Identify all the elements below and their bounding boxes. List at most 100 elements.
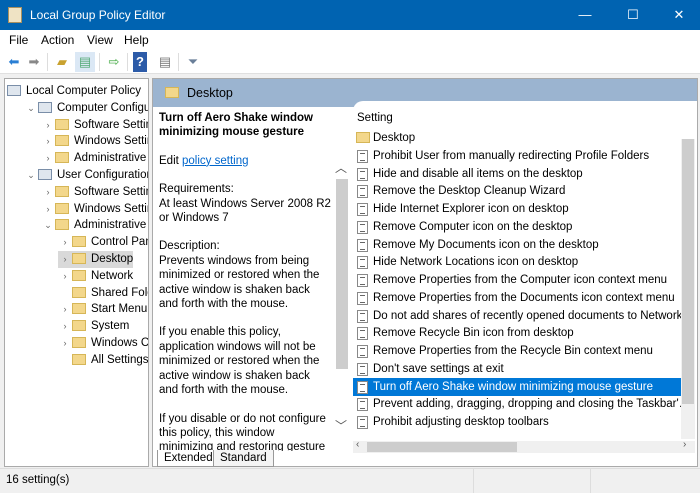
list-item[interactable]: Remove Recycle Bin icon from desktop bbox=[353, 324, 681, 342]
tree-item[interactable]: Local Computer Policy bbox=[7, 83, 141, 100]
tree-item-label: Administrative Te bbox=[74, 219, 148, 232]
menu-view[interactable]: View bbox=[87, 33, 113, 47]
tree-item[interactable]: › Windows Settings bbox=[41, 201, 148, 218]
chevron-right-icon[interactable]: › bbox=[58, 251, 72, 268]
scroll-thumb[interactable] bbox=[682, 139, 694, 404]
chevron-right-icon[interactable]: › bbox=[58, 301, 72, 318]
properties-icon[interactable]: ▤ bbox=[155, 52, 175, 72]
list-item[interactable]: Remove the Desktop Cleanup Wizard bbox=[353, 182, 681, 200]
list-item-label: Prohibit adjusting desktop toolbars bbox=[373, 416, 549, 428]
tree-item[interactable]: › Windows Settings bbox=[41, 133, 148, 150]
chevron-right-icon[interactable]: › bbox=[41, 133, 55, 150]
menu-action[interactable]: Action bbox=[41, 33, 74, 47]
export-icon[interactable]: ⇨ bbox=[104, 52, 124, 72]
policy-setting-icon bbox=[357, 291, 368, 305]
scroll-down-icon[interactable]: ﹀ bbox=[335, 417, 349, 434]
policy-setting-icon bbox=[357, 220, 368, 234]
scroll-thumb[interactable] bbox=[336, 179, 348, 369]
list-item[interactable]: Turn off Aero Shake window minimizing mo… bbox=[353, 377, 681, 396]
chevron-down-icon[interactable]: ⌄ bbox=[24, 167, 38, 184]
tree-item[interactable]: Shared Folders bbox=[58, 285, 148, 302]
edit-policy-link[interactable]: policy setting bbox=[182, 155, 248, 167]
disable-text: If you disable or do not configure this … bbox=[159, 412, 326, 452]
close-button[interactable]: ✕ bbox=[656, 0, 700, 30]
status-text: 16 setting(s) bbox=[6, 474, 70, 486]
tab-extended[interactable]: Extended bbox=[157, 450, 220, 467]
maximize-button[interactable]: ☐ bbox=[610, 0, 656, 30]
folder-icon bbox=[72, 337, 86, 348]
list-item-label: Desktop bbox=[373, 132, 416, 144]
list-item[interactable]: Remove Properties from the Documents ico… bbox=[353, 289, 681, 307]
menu-file[interactable]: File bbox=[9, 33, 28, 47]
list-item[interactable]: Hide Internet Explorer icon on desktop bbox=[353, 200, 681, 218]
chevron-down-icon[interactable]: ⌄ bbox=[24, 100, 38, 117]
chevron-right-icon[interactable]: › bbox=[41, 150, 55, 167]
tree-item[interactable]: › Administrative Te bbox=[41, 150, 148, 167]
scroll-left-icon[interactable]: ‹ bbox=[356, 439, 359, 450]
list-item[interactable]: Remove Properties from the Recycle Bin c… bbox=[353, 342, 681, 360]
tree-item[interactable]: › Desktop bbox=[58, 251, 134, 268]
chevron-right-icon[interactable]: › bbox=[41, 117, 55, 134]
list-item-label: Remove Recycle Bin icon from desktop bbox=[373, 327, 574, 340]
tree-item-label: All Settings bbox=[91, 353, 149, 366]
folder-icon bbox=[55, 219, 69, 231]
chevron-down-icon[interactable]: ⌄ bbox=[41, 217, 55, 234]
menu-help[interactable]: Help bbox=[124, 33, 149, 47]
folder-icon bbox=[72, 353, 86, 365]
list-item[interactable]: Remove My Documents icon on the desktop bbox=[353, 236, 681, 254]
list-item-label: Remove My Documents icon on the desktop bbox=[373, 238, 599, 251]
back-icon[interactable]: ⬅ bbox=[4, 52, 24, 72]
list-item[interactable]: Prohibit adjusting desktop toolbars bbox=[353, 413, 681, 431]
tree-item[interactable]: ⌄ User Configuration bbox=[24, 167, 148, 184]
list-horizontal-scrollbar[interactable]: ‹ › bbox=[353, 439, 695, 453]
description-scrollbar[interactable]: ︿ ﹀ bbox=[335, 159, 349, 439]
tree-item[interactable]: › Control Panel bbox=[58, 234, 148, 251]
minimize-button[interactable]: — bbox=[562, 0, 608, 30]
filter-icon[interactable]: ⏷ bbox=[183, 52, 203, 72]
scroll-right-icon[interactable]: › bbox=[683, 439, 686, 450]
chevron-right-icon[interactable]: › bbox=[58, 335, 72, 352]
chevron-right-icon[interactable]: › bbox=[58, 318, 72, 335]
column-header-setting[interactable]: Setting bbox=[357, 112, 393, 124]
chevron-right-icon[interactable]: › bbox=[41, 201, 55, 218]
list-item[interactable]: Desktop bbox=[353, 129, 681, 147]
chevron-right-icon[interactable]: › bbox=[41, 184, 55, 201]
tree-item[interactable]: › Network bbox=[58, 268, 133, 285]
policy-setting-icon bbox=[357, 380, 368, 394]
list-item[interactable]: Hide and disable all items on the deskto… bbox=[353, 165, 681, 183]
chevron-right-icon[interactable]: › bbox=[58, 234, 72, 251]
list-item-label: Remove the Desktop Cleanup Wizard bbox=[373, 185, 566, 198]
separator bbox=[178, 53, 179, 71]
tree-item[interactable]: › Software Settings bbox=[41, 117, 148, 134]
list-item[interactable]: Hide Network Locations icon on desktop bbox=[353, 253, 681, 271]
list-item[interactable]: Remove Computer icon on the desktop bbox=[353, 218, 681, 236]
tab-standard[interactable]: Standard bbox=[213, 450, 274, 467]
tree-item[interactable]: ⌄ Computer Configurati bbox=[24, 100, 148, 117]
description-text: Description: Prevents windows from being… bbox=[159, 240, 320, 311]
list-vertical-scrollbar[interactable] bbox=[681, 139, 695, 439]
tree-item[interactable]: › Windows Compon bbox=[58, 335, 148, 352]
help-icon[interactable]: ? bbox=[133, 52, 147, 72]
show-hide-tree-icon[interactable]: ▤ bbox=[75, 52, 95, 72]
list-item[interactable]: Don't save settings at exit bbox=[353, 360, 681, 378]
tree-item[interactable]: ⌄ Administrative Te bbox=[41, 217, 148, 234]
list-item[interactable]: Prevent adding, dragging, dropping and c… bbox=[353, 395, 681, 413]
scroll-thumb[interactable] bbox=[367, 442, 517, 452]
chevron-right-icon[interactable]: › bbox=[58, 268, 72, 285]
tree-item[interactable]: All Settings bbox=[58, 352, 149, 369]
folder-icon bbox=[55, 118, 69, 130]
list-item[interactable]: Do not add shares of recently opened doc… bbox=[353, 307, 681, 325]
scroll-up-icon[interactable]: ︿ bbox=[335, 159, 349, 176]
up-folder-icon[interactable]: ▰ bbox=[52, 52, 72, 72]
list-item-label: Remove Properties from the Recycle Bin c… bbox=[373, 345, 653, 357]
list-item[interactable]: Prohibit User from manually redirecting … bbox=[353, 147, 681, 165]
folder-icon bbox=[165, 87, 179, 98]
folder-icon bbox=[72, 286, 86, 298]
list-item-label: Hide and disable all items on the deskto… bbox=[373, 167, 583, 180]
settings-list: Setting Desktop Prohibit User from manual… bbox=[353, 101, 697, 461]
list-item[interactable]: Remove Properties from the Computer icon… bbox=[353, 271, 681, 289]
tree-item[interactable]: › System bbox=[58, 318, 129, 335]
tree-item[interactable]: › Start Menu and bbox=[58, 301, 148, 318]
forward-icon[interactable]: ➡ bbox=[24, 52, 44, 72]
tree-item[interactable]: › Software Settings bbox=[41, 184, 148, 201]
